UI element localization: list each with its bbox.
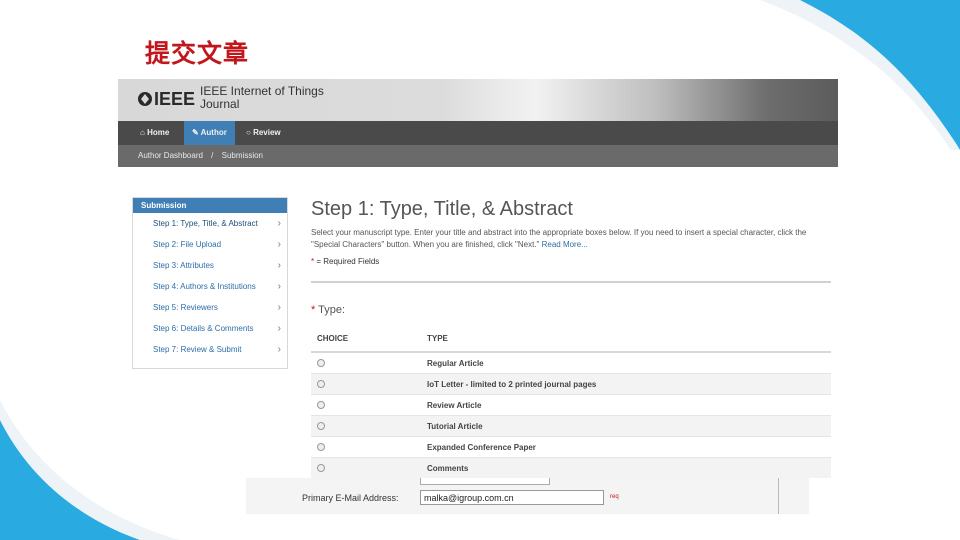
home-icon: ⌂ <box>140 128 145 137</box>
nav-review[interactable]: ○ Review <box>238 121 289 145</box>
chevron-right-icon: › <box>277 323 281 334</box>
breadcrumb-separator: / <box>211 151 214 160</box>
chevron-right-icon: › <box>277 239 281 250</box>
sidebar-item-label: Step 1: Type, Title, & Abstract <box>153 219 258 228</box>
sidebar-item-label: Step 3: Attributes <box>153 261 214 270</box>
ieee-logo-text: IEEE <box>154 89 196 109</box>
chevron-right-icon: › <box>277 302 281 313</box>
required-marker: req <box>610 494 619 500</box>
sidebar-item-label: Step 2: File Upload <box>153 240 222 249</box>
journal-name: IEEE Internet of Things Journal <box>200 84 324 111</box>
page-title: Step 1: Type, Title, & Abstract <box>311 198 573 220</box>
radio-regular-article[interactable] <box>317 359 325 368</box>
account-form-snippet: Primary E-Mail Address: malka@igroup.com… <box>246 478 809 514</box>
breadcrumb-current: Submission <box>221 151 263 160</box>
chevron-right-icon: › <box>277 281 281 292</box>
breadcrumb-author-dashboard[interactable]: Author Dashboard <box>138 151 203 160</box>
table-row: Regular Article <box>311 352 831 374</box>
instructions-line-2: "Special Characters" button. When you ar… <box>311 240 540 249</box>
ieee-logo-icon <box>138 92 152 106</box>
sidebar-item-label: Step 4: Authors & Institutions <box>153 282 256 291</box>
radio-iot-letter[interactable] <box>317 380 325 389</box>
type-label: Expanded Conference Paper <box>427 436 831 458</box>
required-fields-text: = Required Fields <box>316 257 380 266</box>
table-row: Tutorial Article <box>311 415 831 437</box>
sidebar-item-step-4[interactable]: Step 4: Authors & Institutions › <box>133 276 287 297</box>
radio-tutorial-article[interactable] <box>317 422 325 431</box>
chevron-right-icon: › <box>277 260 281 271</box>
sidebar-header: Submission <box>133 198 287 213</box>
portal-screenshot: IEEE IEEE Internet of Things Journal ⌂ H… <box>118 79 838 478</box>
sidebar-item-label: Step 7: Review & Submit <box>153 345 242 354</box>
slide-title: 提交文章 <box>145 39 250 68</box>
comment-icon: ○ <box>246 128 251 137</box>
pencil-icon: ✎ <box>192 128 199 137</box>
column-header-type: TYPE <box>427 325 831 353</box>
column-header-choice: CHOICE <box>311 325 427 353</box>
nav-home[interactable]: ⌂ Home <box>132 121 177 145</box>
email-field[interactable]: malka@igroup.com.cn <box>420 490 604 505</box>
table-row: Comments <box>311 457 831 478</box>
required-asterisk: * <box>311 304 316 316</box>
instructions-line-1: Select your manuscript type. Enter your … <box>311 228 807 237</box>
submission-sidebar: Submission Step 1: Type, Title, & Abstra… <box>132 197 288 369</box>
type-label: Tutorial Article <box>427 415 831 437</box>
sidebar-item-label: Step 5: Reviewers <box>153 303 218 312</box>
step-instructions: Select your manuscript type. Enter your … <box>311 227 831 251</box>
read-more-link[interactable]: Read More... <box>542 240 588 249</box>
top-nav: ⌂ Home ✎ Author ○ Review <box>118 121 838 145</box>
breadcrumb: Author Dashboard / Submission <box>138 145 269 167</box>
sidebar-item-label: Step 6: Details & Comments <box>153 324 254 333</box>
breadcrumb-bar: Author Dashboard / Submission <box>118 145 838 167</box>
previous-input-field[interactable] <box>420 478 550 485</box>
form-divider <box>778 478 779 514</box>
type-label: IoT Letter - limited to 2 printed journa… <box>427 373 831 395</box>
sidebar-item-step-6[interactable]: Step 6: Details & Comments › <box>133 318 287 339</box>
radio-expanded-conference-paper[interactable] <box>317 443 325 452</box>
type-label-text: Type: <box>318 304 346 316</box>
type-label: Regular Article <box>427 352 831 374</box>
required-asterisk: * <box>311 257 315 266</box>
sidebar-item-step-7[interactable]: Step 7: Review & Submit › <box>133 339 287 360</box>
chevron-right-icon: › <box>277 344 281 355</box>
nav-review-label: Review <box>253 128 281 137</box>
type-label: Comments <box>427 457 831 478</box>
table-row: Review Article <box>311 394 831 416</box>
table-row: IoT Letter - limited to 2 printed journa… <box>311 373 831 395</box>
table-row: Expanded Conference Paper <box>311 436 831 458</box>
chevron-right-icon: › <box>277 218 281 229</box>
manuscript-type-table: CHOICE TYPE Regular Article IoT Letter -… <box>311 325 831 478</box>
nav-author[interactable]: ✎ Author <box>184 121 235 145</box>
email-label: Primary E-Mail Address: <box>302 493 399 503</box>
sidebar-item-step-3[interactable]: Step 3: Attributes › <box>133 255 287 276</box>
type-label: Review Article <box>427 394 831 416</box>
nav-home-label: Home <box>147 128 170 137</box>
section-divider <box>311 281 831 283</box>
nav-author-label: Author <box>200 128 227 137</box>
sidebar-item-step-1[interactable]: Step 1: Type, Title, & Abstract › <box>133 213 287 234</box>
type-field-label: * Type: <box>311 304 345 316</box>
required-fields-note: * = Required Fields <box>311 257 379 266</box>
table-header-row: CHOICE TYPE <box>311 325 831 353</box>
sidebar-item-step-2[interactable]: Step 2: File Upload › <box>133 234 287 255</box>
radio-comments[interactable] <box>317 464 325 473</box>
radio-review-article[interactable] <box>317 401 325 410</box>
site-banner: IEEE IEEE Internet of Things Journal <box>118 79 838 121</box>
sidebar-item-step-5[interactable]: Step 5: Reviewers › <box>133 297 287 318</box>
